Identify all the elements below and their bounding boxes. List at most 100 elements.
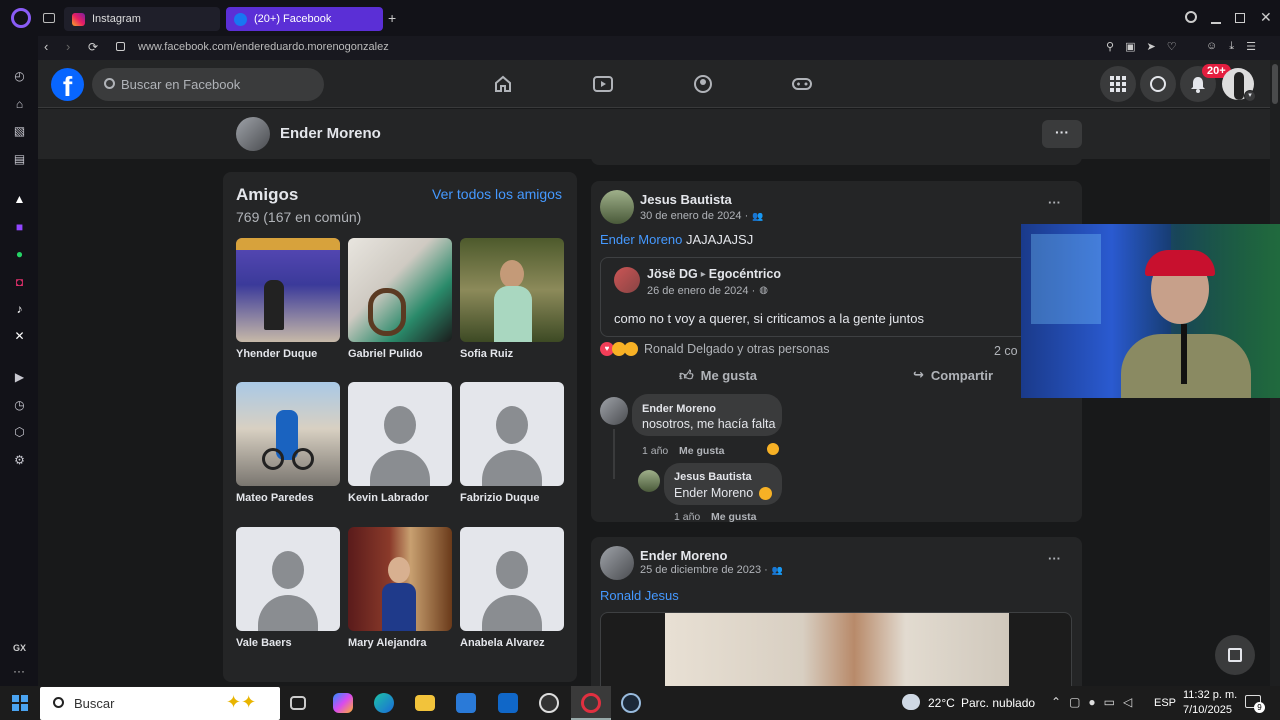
minimize-icon[interactable]: [1211, 22, 1221, 24]
post-options-icon[interactable]: ···: [1048, 551, 1061, 566]
friend-item[interactable]: Mateo Paredes: [236, 382, 340, 504]
pinboard-icon[interactable]: ▧: [12, 123, 27, 138]
comment-reaction-icon[interactable]: [765, 441, 781, 457]
reload-icon[interactable]: ⟳: [88, 40, 98, 54]
player-icon[interactable]: ▶: [12, 369, 27, 384]
restore-icon[interactable]: [1235, 13, 1245, 23]
reply-time[interactable]: 1 año: [674, 511, 700, 523]
network-icon[interactable]: ▭: [1104, 695, 1115, 709]
aria-ai-icon[interactable]: ▲: [12, 191, 27, 206]
opera-gx-taskbar-button[interactable]: [571, 686, 611, 720]
copilot-icon[interactable]: [333, 693, 353, 713]
friend-item[interactable]: Fabrizio Duque: [460, 382, 564, 504]
friend-name[interactable]: Vale Baers: [236, 637, 340, 649]
post-author[interactable]: Jesus Bautista: [640, 192, 732, 207]
heart-icon[interactable]: ♡: [1167, 40, 1177, 53]
input-language[interactable]: ESP: [1154, 697, 1176, 709]
new-message-button[interactable]: [1215, 635, 1255, 675]
post-photo[interactable]: [600, 612, 1072, 686]
store-icon[interactable]: [456, 693, 476, 713]
shared-author[interactable]: Jösë DG: [647, 267, 698, 281]
friend-photo[interactable]: [348, 238, 452, 342]
aria-icon[interactable]: ⌂: [12, 96, 27, 111]
comment-author[interactable]: Ender Moreno: [642, 403, 716, 415]
forward-icon[interactable]: ›: [66, 39, 70, 54]
chevron-up-icon[interactable]: ⌃: [1051, 695, 1061, 709]
gaming-icon[interactable]: [791, 74, 813, 94]
post-date[interactable]: 30 de enero de 2024 · 👥: [640, 210, 763, 222]
facebook-logo-icon[interactable]: f: [51, 68, 84, 101]
post-author[interactable]: Ender Moreno: [640, 548, 727, 563]
clock-date[interactable]: 7/10/2025: [1183, 704, 1232, 716]
friend-photo-placeholder[interactable]: [348, 382, 452, 486]
reactions-summary[interactable]: ♥ Ronald Delgado y otras personas: [600, 342, 830, 356]
menu-grid-button[interactable]: [1100, 66, 1136, 102]
profile-more-button[interactable]: ···: [1042, 120, 1082, 148]
history-icon[interactable]: ◷: [12, 397, 27, 412]
friend-photo[interactable]: [236, 238, 340, 342]
video-icon[interactable]: [592, 74, 614, 94]
friend-photo[interactable]: [236, 382, 340, 486]
taskbar-search[interactable]: Buscar ✦✦: [40, 687, 280, 720]
opera-logo-icon[interactable]: [11, 8, 31, 28]
reply-like-link[interactable]: Me gusta: [711, 511, 757, 523]
friend-name[interactable]: Fabrizio Duque: [460, 492, 564, 504]
pin-icon[interactable]: ⚲: [1106, 40, 1114, 53]
tab-icon[interactable]: [43, 13, 55, 23]
shared-post[interactable]: Jösë DG ▸ Egocéntrico 26 de enero de 202…: [600, 257, 1072, 337]
speed-dial-icon[interactable]: ◴: [12, 68, 27, 83]
download-icon[interactable]: ⤓: [1229, 40, 1234, 53]
like-button[interactable]: 👍︎ Me gusta: [679, 367, 757, 384]
comment-avatar[interactable]: [600, 397, 628, 425]
friend-item[interactable]: Mary Alejandra: [348, 527, 452, 649]
send-icon[interactable]: ➤: [1146, 40, 1155, 53]
friend-item[interactable]: Sofia Ruiz: [460, 238, 564, 360]
snapshot-icon[interactable]: ▣: [1125, 40, 1135, 53]
back-icon[interactable]: ‹: [44, 39, 48, 54]
reply-mention[interactable]: Ender Moreno: [674, 486, 753, 500]
windows-start-icon[interactable]: [12, 695, 28, 711]
extensions-icon[interactable]: ⬡: [12, 424, 27, 439]
edge-icon[interactable]: [374, 693, 394, 713]
tagged-user-link[interactable]: Ronald Jesus: [600, 588, 679, 603]
friend-item[interactable]: Anabela Alvarez: [460, 527, 564, 649]
friend-photo-placeholder[interactable]: [460, 382, 564, 486]
new-tab-icon[interactable]: +: [388, 10, 396, 26]
volume-icon[interactable]: ◁: [1123, 695, 1132, 709]
weather-temp[interactable]: 22°C: [928, 696, 955, 710]
home-icon[interactable]: [493, 74, 513, 94]
settings-icon[interactable]: ⚙: [12, 452, 27, 467]
close-window-icon[interactable]: ✕: [1260, 9, 1272, 26]
account-icon[interactable]: ☺: [1206, 40, 1217, 53]
friend-name[interactable]: Sofia Ruiz: [460, 348, 564, 360]
friend-item[interactable]: Gabriel Pulido: [348, 238, 452, 360]
friend-name[interactable]: Mateo Paredes: [236, 492, 340, 504]
comments-count[interactable]: 2 co: [994, 344, 1018, 358]
outlook-icon[interactable]: [498, 693, 518, 713]
x-icon[interactable]: ✕: [12, 328, 27, 343]
friend-photo[interactable]: [460, 238, 564, 342]
menu-icon[interactable]: ☰: [1246, 40, 1256, 53]
groups-icon[interactable]: [692, 74, 714, 94]
weather-text[interactable]: Parc. nublado: [961, 696, 1035, 710]
steam-icon[interactable]: [621, 693, 641, 713]
messenger-button[interactable]: [1140, 66, 1176, 102]
friend-item[interactable]: Yhender Duque: [236, 238, 340, 360]
friend-photo-placeholder[interactable]: [460, 527, 564, 631]
tiktok-icon[interactable]: ♪: [12, 301, 27, 316]
search-tabs-icon[interactable]: [1185, 11, 1197, 23]
reply-avatar[interactable]: [638, 470, 660, 492]
friend-name[interactable]: Mary Alejandra: [348, 637, 452, 649]
app-icon[interactable]: [539, 693, 559, 713]
search-box[interactable]: Buscar en Facebook: [92, 68, 324, 101]
post-date[interactable]: 25 de diciembre de 2023 · 👥: [640, 564, 783, 576]
friend-item[interactable]: Kevin Labrador: [348, 382, 452, 504]
shared-group[interactable]: Egocéntrico: [709, 267, 781, 281]
share-button[interactable]: ↪ Compartir: [913, 367, 993, 383]
friend-name[interactable]: Gabriel Pulido: [348, 348, 452, 360]
search-input[interactable]: Buscar en Facebook: [121, 77, 240, 92]
friend-name[interactable]: Kevin Labrador: [348, 492, 452, 504]
devices-icon[interactable]: ▢: [1069, 695, 1080, 709]
shared-author-avatar[interactable]: [614, 267, 640, 293]
friend-photo[interactable]: [348, 527, 452, 631]
